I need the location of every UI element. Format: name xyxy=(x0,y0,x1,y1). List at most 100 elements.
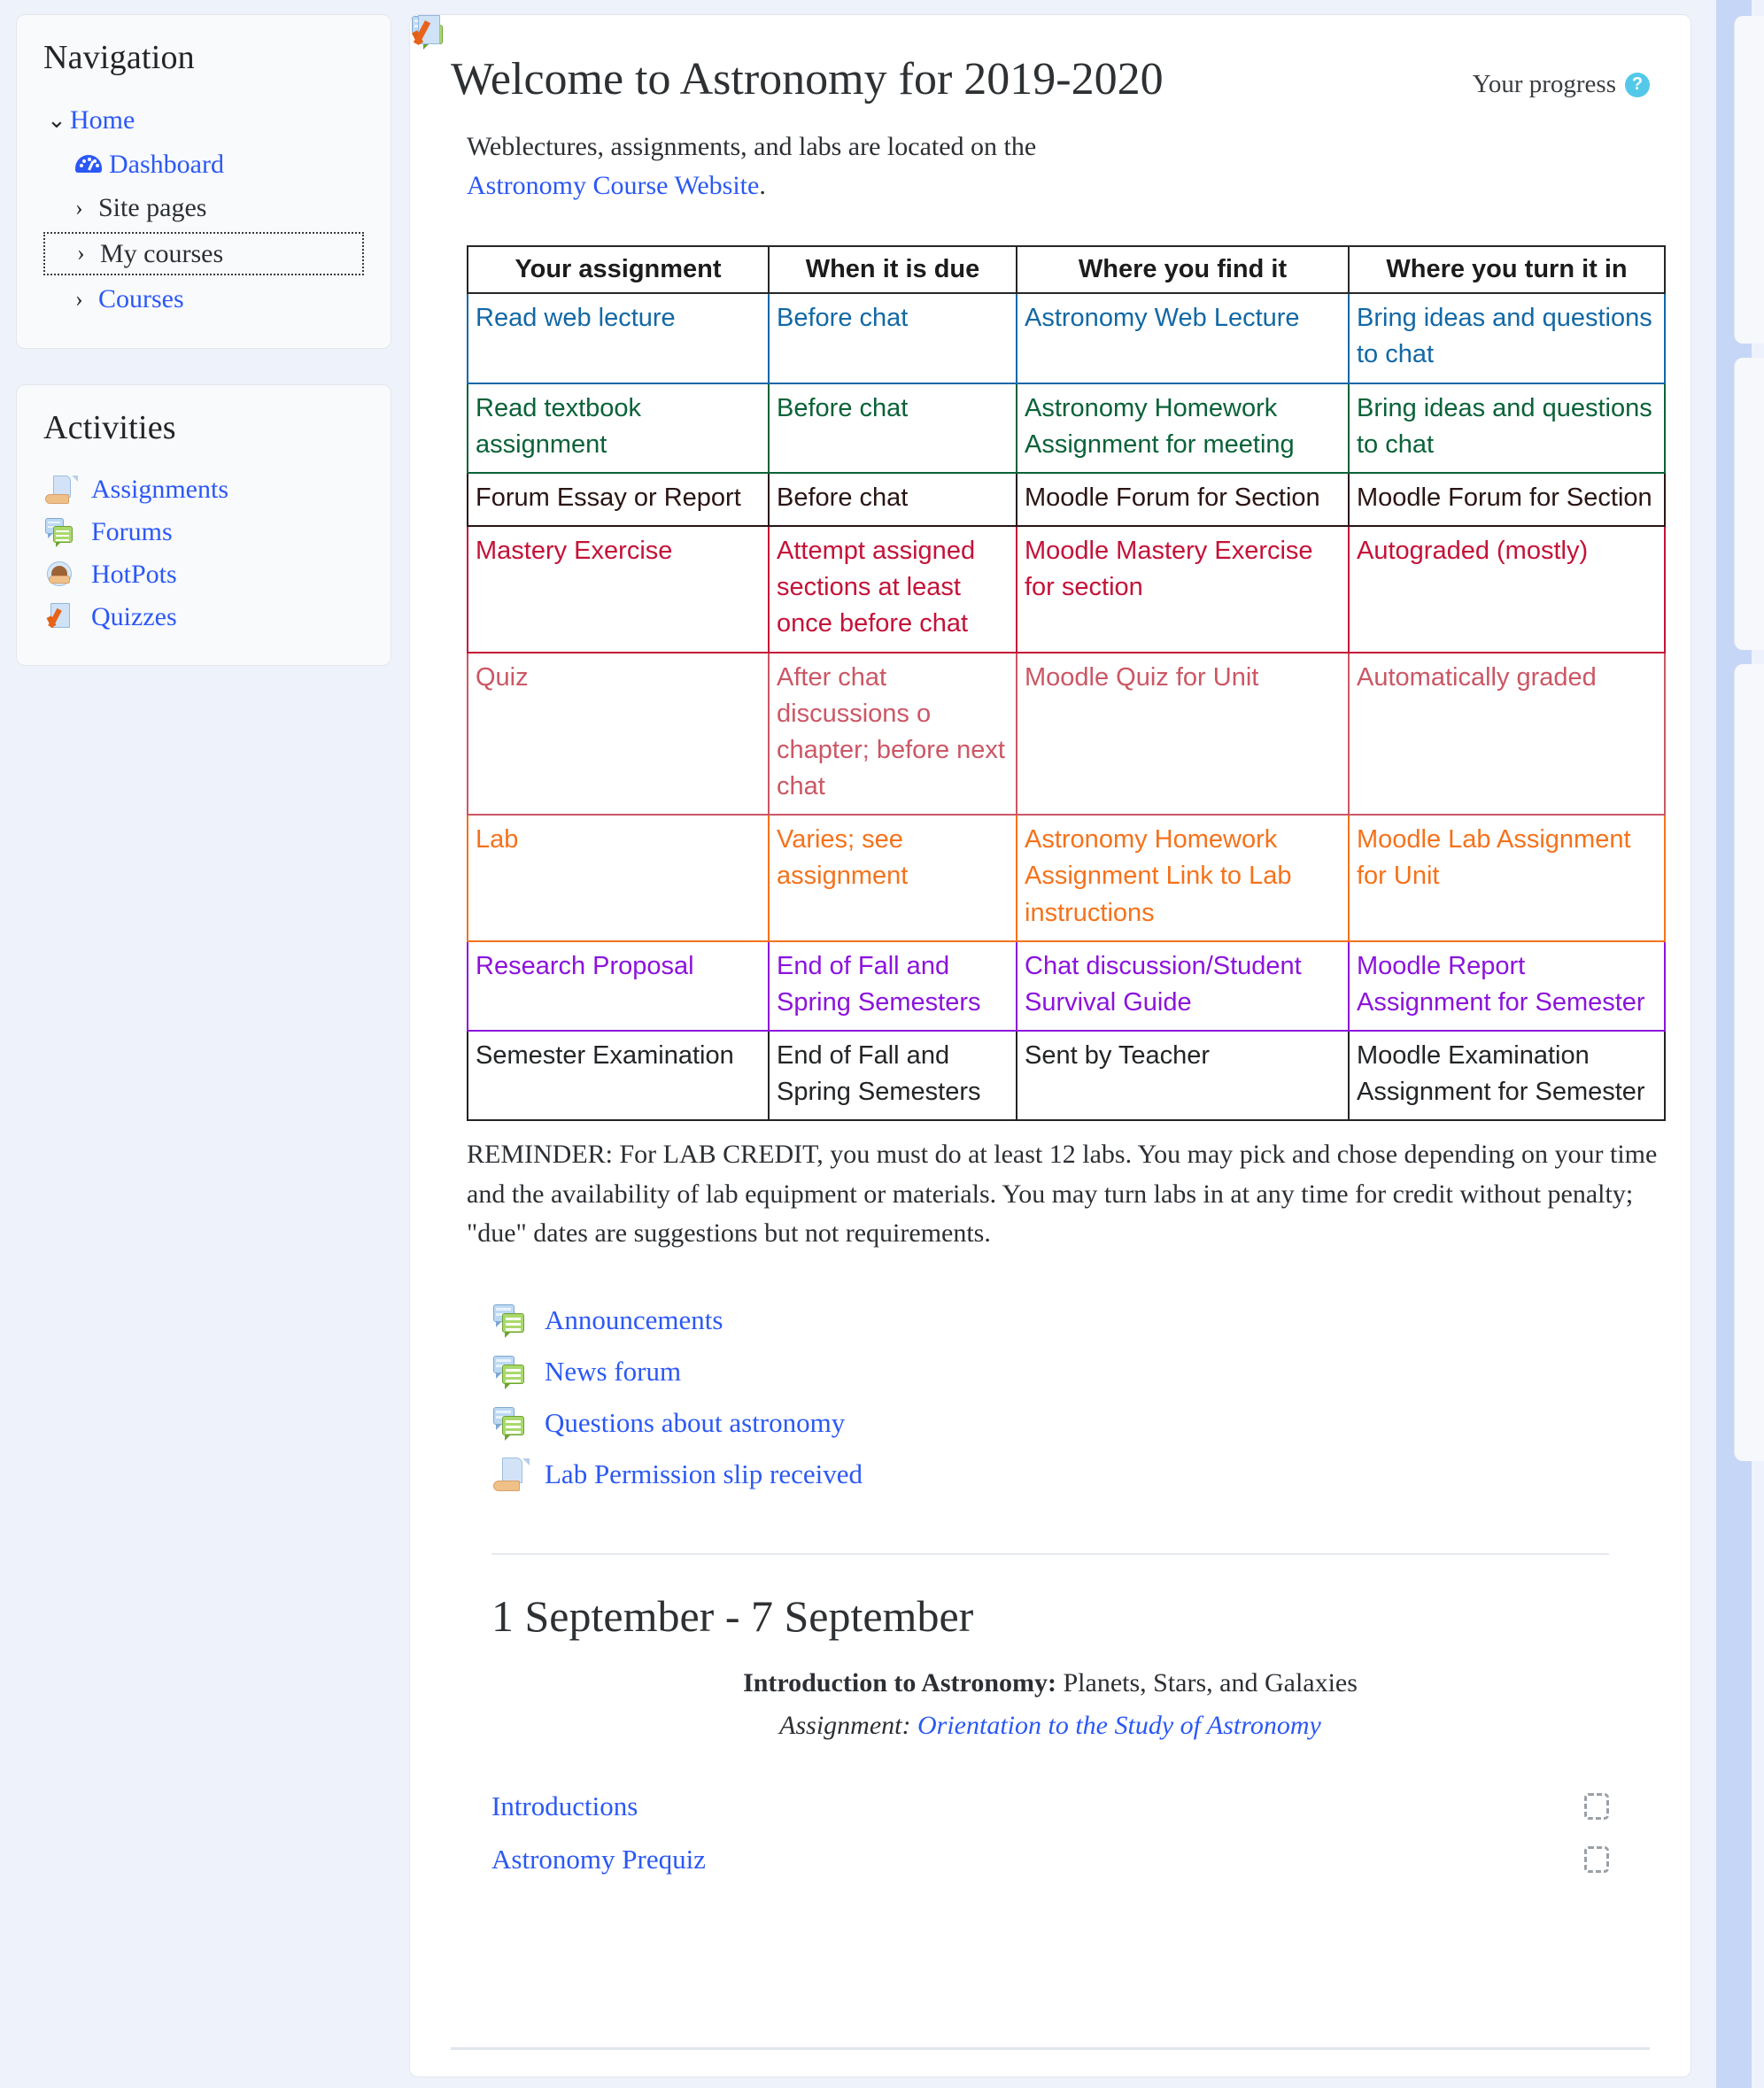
activities-block-title: Activities xyxy=(43,408,176,446)
table-cell: Semester Examination xyxy=(467,1030,770,1122)
week-assignment-label: Assignment: xyxy=(779,1710,917,1740)
activity-link-quizzes[interactable]: Quizzes xyxy=(43,596,364,638)
course-link-label[interactable]: Announcements xyxy=(545,1304,723,1336)
chevron-down-icon[interactable]: ⌄ xyxy=(47,106,70,135)
activities-list: Assignments Forums HotPots Quizzes xyxy=(43,468,364,638)
navigation-block: Navigation ⌄ Home Dashboard › Site pages… xyxy=(16,14,391,349)
table-cell: Before chat xyxy=(768,382,1017,474)
activity-link-label: Quizzes xyxy=(91,601,177,631)
sidebar: Navigation ⌄ Home Dashboard › Site pages… xyxy=(16,14,391,701)
activity-link-label: Forums xyxy=(91,516,173,546)
question-mark-icon[interactable]: ? xyxy=(1625,72,1650,97)
column-header-where-turn-in: Where you turn it in xyxy=(1348,245,1666,295)
lab-credit-reminder: REMINDER: For LAB CREDIT, you must do at… xyxy=(467,1140,1658,1249)
chevron-right-icon[interactable]: › xyxy=(77,239,100,268)
navigation-block-title: Navigation xyxy=(43,39,195,76)
assignment-overview-table: Your assignment When it is due Where you… xyxy=(467,245,1666,1122)
astronomy-course-website-link[interactable]: Astronomy Course Website xyxy=(467,171,759,200)
sidebar-item-label: My courses xyxy=(100,238,224,268)
course-header: Welcome to Astronomy for 2019-2020 Your … xyxy=(451,54,1650,104)
table-cell: Read textbook assignment xyxy=(467,382,770,474)
table-cell: Research Proposal xyxy=(467,940,770,1032)
sidebar-item-home[interactable]: ⌄ Home xyxy=(43,98,364,143)
week-activity-label[interactable]: Introductions xyxy=(491,1790,638,1822)
moodle-course-page: Navigation ⌄ Home Dashboard › Site pages… xyxy=(0,0,1764,2088)
your-progress-label: Your progress xyxy=(1472,70,1616,98)
dashboard-gauge-icon xyxy=(75,151,102,177)
right-side-rail xyxy=(1709,0,1764,2088)
main-content-panel: Welcome to Astronomy for 2019-2020 Your … xyxy=(409,14,1691,2077)
table-cell: Moodle Report Assignment for Semester xyxy=(1348,940,1666,1032)
activity-link-assignments[interactable]: Assignments xyxy=(43,468,364,511)
table-cell: Before chat xyxy=(768,292,1017,384)
course-intro-paragraph: Weblectures, assignments, and labs are l… xyxy=(467,128,1264,205)
table-cell: End of Fall and Spring Semesters xyxy=(768,1030,1017,1122)
course-link-lab-permission-slip[interactable]: Lab Permission slip received xyxy=(491,1449,1650,1500)
activities-block: Activities Assignments Forums HotPots Qu… xyxy=(16,383,391,666)
table-cell: End of Fall and Spring Semesters xyxy=(768,940,1017,1032)
page-title: Welcome to Astronomy for 2019-2020 xyxy=(451,54,1164,104)
table-cell: Bring ideas and questions to chat xyxy=(1348,292,1666,384)
course-activity-links: Announcements News forum Questions about… xyxy=(491,1295,1650,1500)
week-activity-label[interactable]: Astronomy Prequiz xyxy=(491,1844,706,1875)
table-cell: Varies; see assignment xyxy=(768,814,1017,942)
table-cell: Lab xyxy=(467,814,770,942)
assignment-icon xyxy=(43,475,79,505)
course-link-news-forum[interactable]: News forum xyxy=(491,1346,1650,1397)
forum-icon xyxy=(491,1303,530,1338)
column-header-your-assignment: Your assignment xyxy=(467,245,770,295)
activity-link-hotpots[interactable]: HotPots xyxy=(43,553,364,596)
activity-link-label: Assignments xyxy=(91,474,229,504)
chevron-right-icon[interactable]: › xyxy=(75,285,98,314)
table-header-row: Your assignment When it is due Where you… xyxy=(467,245,1666,295)
section-divider xyxy=(491,1552,1609,1555)
activity-link-label: HotPots xyxy=(91,559,177,589)
table-cell: Mastery Exercise xyxy=(467,525,770,653)
column-header-when-due: When it is due xyxy=(768,245,1017,295)
bottom-divider xyxy=(451,2047,1650,2050)
completion-checkbox-icon[interactable] xyxy=(1584,1792,1609,1820)
week-summary-assignment: Assignment: Orientation to the Study of … xyxy=(504,1711,1597,1741)
table-cell: Sent by Teacher xyxy=(1016,1030,1350,1122)
week-section-title: 1 September - 7 September xyxy=(491,1590,974,1641)
course-link-label[interactable]: News forum xyxy=(545,1356,681,1388)
sidebar-item-label: Dashboard xyxy=(109,149,224,179)
table-cell: Moodle Quiz for Unit xyxy=(1016,651,1350,816)
table-cell: Bring ideas and questions to chat xyxy=(1348,382,1666,474)
column-header-where-find: Where you find it xyxy=(1016,245,1350,295)
sidebar-item-courses[interactable]: › Courses xyxy=(43,277,364,321)
table-cell: Moodle Mastery Exercise for section xyxy=(1016,525,1350,653)
chevron-right-icon[interactable]: › xyxy=(75,194,98,223)
sidebar-item-my-courses[interactable]: › My courses xyxy=(43,231,364,275)
week-assignment-link[interactable]: Orientation to the Study of Astronomy xyxy=(917,1711,1321,1740)
table-row: Read textbook assignment Before chat Ast… xyxy=(467,382,1666,474)
sidebar-item-site-pages[interactable]: › Site pages xyxy=(43,186,364,230)
rail-block-card xyxy=(1734,664,1764,1461)
table-cell: Forum Essay or Report xyxy=(467,471,770,528)
course-link-label[interactable]: Lab Permission slip received xyxy=(545,1458,863,1490)
intro-text-after: . xyxy=(759,170,766,200)
quiz-icon xyxy=(43,602,79,632)
completion-checkbox-icon[interactable] xyxy=(1584,1845,1609,1873)
table-cell: Attempt assigned sections at least once … xyxy=(768,525,1017,653)
week-activity-introductions[interactable]: Introductions xyxy=(412,16,1650,1833)
forum-icon xyxy=(43,517,79,547)
table-row: Read web lecture Before chat Astronomy W… xyxy=(467,292,1666,384)
week-activity-list: Introductions Astronomy Prequiz xyxy=(412,15,1650,1886)
table-row: Quiz After chat discussions o chapter; b… xyxy=(467,651,1666,816)
table-row: Research Proposal End of Fall and Spring… xyxy=(467,940,1666,1032)
table-row: Mastery Exercise Attempt assigned sectio… xyxy=(467,525,1666,653)
course-link-questions-about-astronomy[interactable]: Questions about astronomy xyxy=(491,1397,1650,1449)
assignment-icon xyxy=(491,1457,530,1491)
course-link-announcements[interactable]: Announcements xyxy=(491,1295,1650,1346)
course-link-label[interactable]: Questions about astronomy xyxy=(545,1407,845,1439)
week-summary-topic-rest: Planets, Stars, and Galaxies xyxy=(1056,1667,1358,1697)
table-cell: Moodle Forum for Section xyxy=(1016,471,1350,528)
navigation-tree: ⌄ Home Dashboard › Site pages › My cours… xyxy=(43,98,364,321)
sidebar-item-dashboard[interactable]: Dashboard xyxy=(43,143,364,187)
sidebar-item-label: Site pages xyxy=(98,193,207,222)
activity-link-forums[interactable]: Forums xyxy=(43,511,364,553)
week-activity-astronomy-prequiz[interactable]: Astronomy Prequiz xyxy=(418,15,1650,1886)
your-progress-indicator[interactable]: Your progress ? xyxy=(1473,70,1650,99)
table-row: Lab Varies; see assignment Astronomy Hom… xyxy=(467,814,1666,942)
